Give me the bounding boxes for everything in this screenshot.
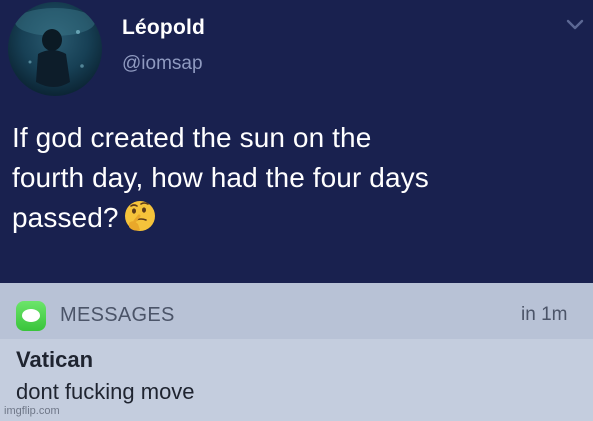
- screenshot: Léopold @iomsap If god created the sun o…: [0, 0, 593, 421]
- tweet-text-last: passed?: [12, 202, 119, 233]
- notification-header: MESSAGES in 1m: [0, 283, 593, 339]
- tweet-card[interactable]: Léopold @iomsap If god created the sun o…: [0, 0, 593, 283]
- app-name: MESSAGES: [60, 304, 175, 326]
- tweet-text-line: If god created the sun on the: [12, 122, 372, 153]
- watermark: imgflip.com: [4, 405, 60, 417]
- chevron-down-icon[interactable]: [565, 18, 585, 32]
- avatar[interactable]: [8, 2, 102, 96]
- messages-icon: [16, 301, 46, 331]
- message-notification[interactable]: MESSAGES in 1m Vatican dont fucking move: [0, 283, 593, 421]
- tweet-text-line: passed?: [12, 198, 582, 244]
- notification-time: in 1m: [521, 304, 568, 325]
- tweet-text: If god created the sun on the fourth day…: [12, 118, 582, 244]
- handle[interactable]: @iomsap: [122, 53, 203, 75]
- message-sender: Vatican: [16, 347, 94, 372]
- display-name[interactable]: Léopold: [122, 16, 205, 40]
- tweet-text-line: fourth day, how had the four days: [12, 162, 429, 193]
- thinking-face-icon: [123, 199, 157, 244]
- message-text: dont fucking move: [16, 379, 195, 404]
